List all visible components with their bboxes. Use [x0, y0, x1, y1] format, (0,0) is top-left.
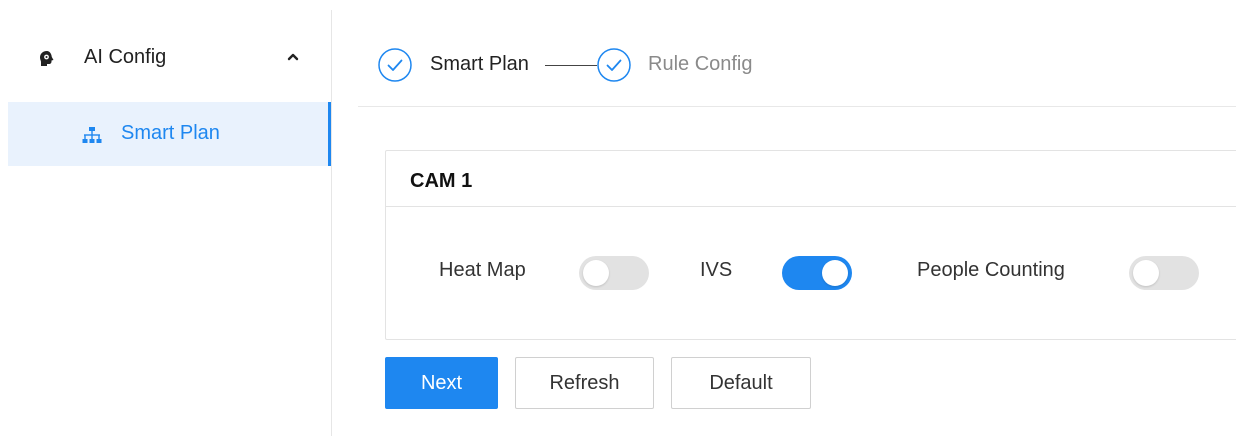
- people-counting-label: People Counting: [917, 259, 1065, 281]
- chevron-up-icon[interactable]: [286, 50, 300, 64]
- hierarchy-icon: [82, 127, 102, 143]
- default-button[interactable]: Default: [671, 357, 811, 409]
- menu-group-label: AI Config: [84, 46, 167, 68]
- cam-panel-header: CAM 1: [386, 151, 1236, 207]
- divider: [358, 106, 1236, 107]
- sidebar-item-label: Smart Plan: [121, 122, 220, 144]
- toggle-knob: [583, 260, 609, 286]
- sidebar: AI Config Smart Plan: [0, 0, 332, 436]
- toggle-knob: [1133, 260, 1159, 286]
- ivs-label: IVS: [700, 259, 733, 281]
- step-label-rule-config: Rule Config: [648, 53, 753, 75]
- step-indicator: Smart Plan Rule Config: [378, 48, 1236, 90]
- step-check-icon: [597, 48, 631, 82]
- sidebar-divider: [331, 10, 332, 436]
- people-counting-toggle[interactable]: [1129, 256, 1199, 290]
- heat-map-toggle[interactable]: [579, 256, 649, 290]
- toggle-knob: [822, 260, 848, 286]
- refresh-button[interactable]: Refresh: [515, 357, 654, 409]
- cam-panel: CAM 1 Heat Map IVS People Counting: [385, 150, 1236, 340]
- ivs-toggle[interactable]: [782, 256, 852, 290]
- step-check-icon: [378, 48, 412, 82]
- sidebar-item-smart-plan[interactable]: Smart Plan: [8, 102, 332, 166]
- next-button[interactable]: Next: [385, 357, 498, 409]
- ai-head-icon: [40, 51, 54, 66]
- step-connector: [545, 65, 597, 66]
- menu-group-ai-config[interactable]: AI Config: [0, 38, 330, 78]
- step-label-smart-plan: Smart Plan: [430, 53, 529, 75]
- heat-map-label: Heat Map: [439, 259, 526, 281]
- cam-title: CAM 1: [410, 170, 473, 192]
